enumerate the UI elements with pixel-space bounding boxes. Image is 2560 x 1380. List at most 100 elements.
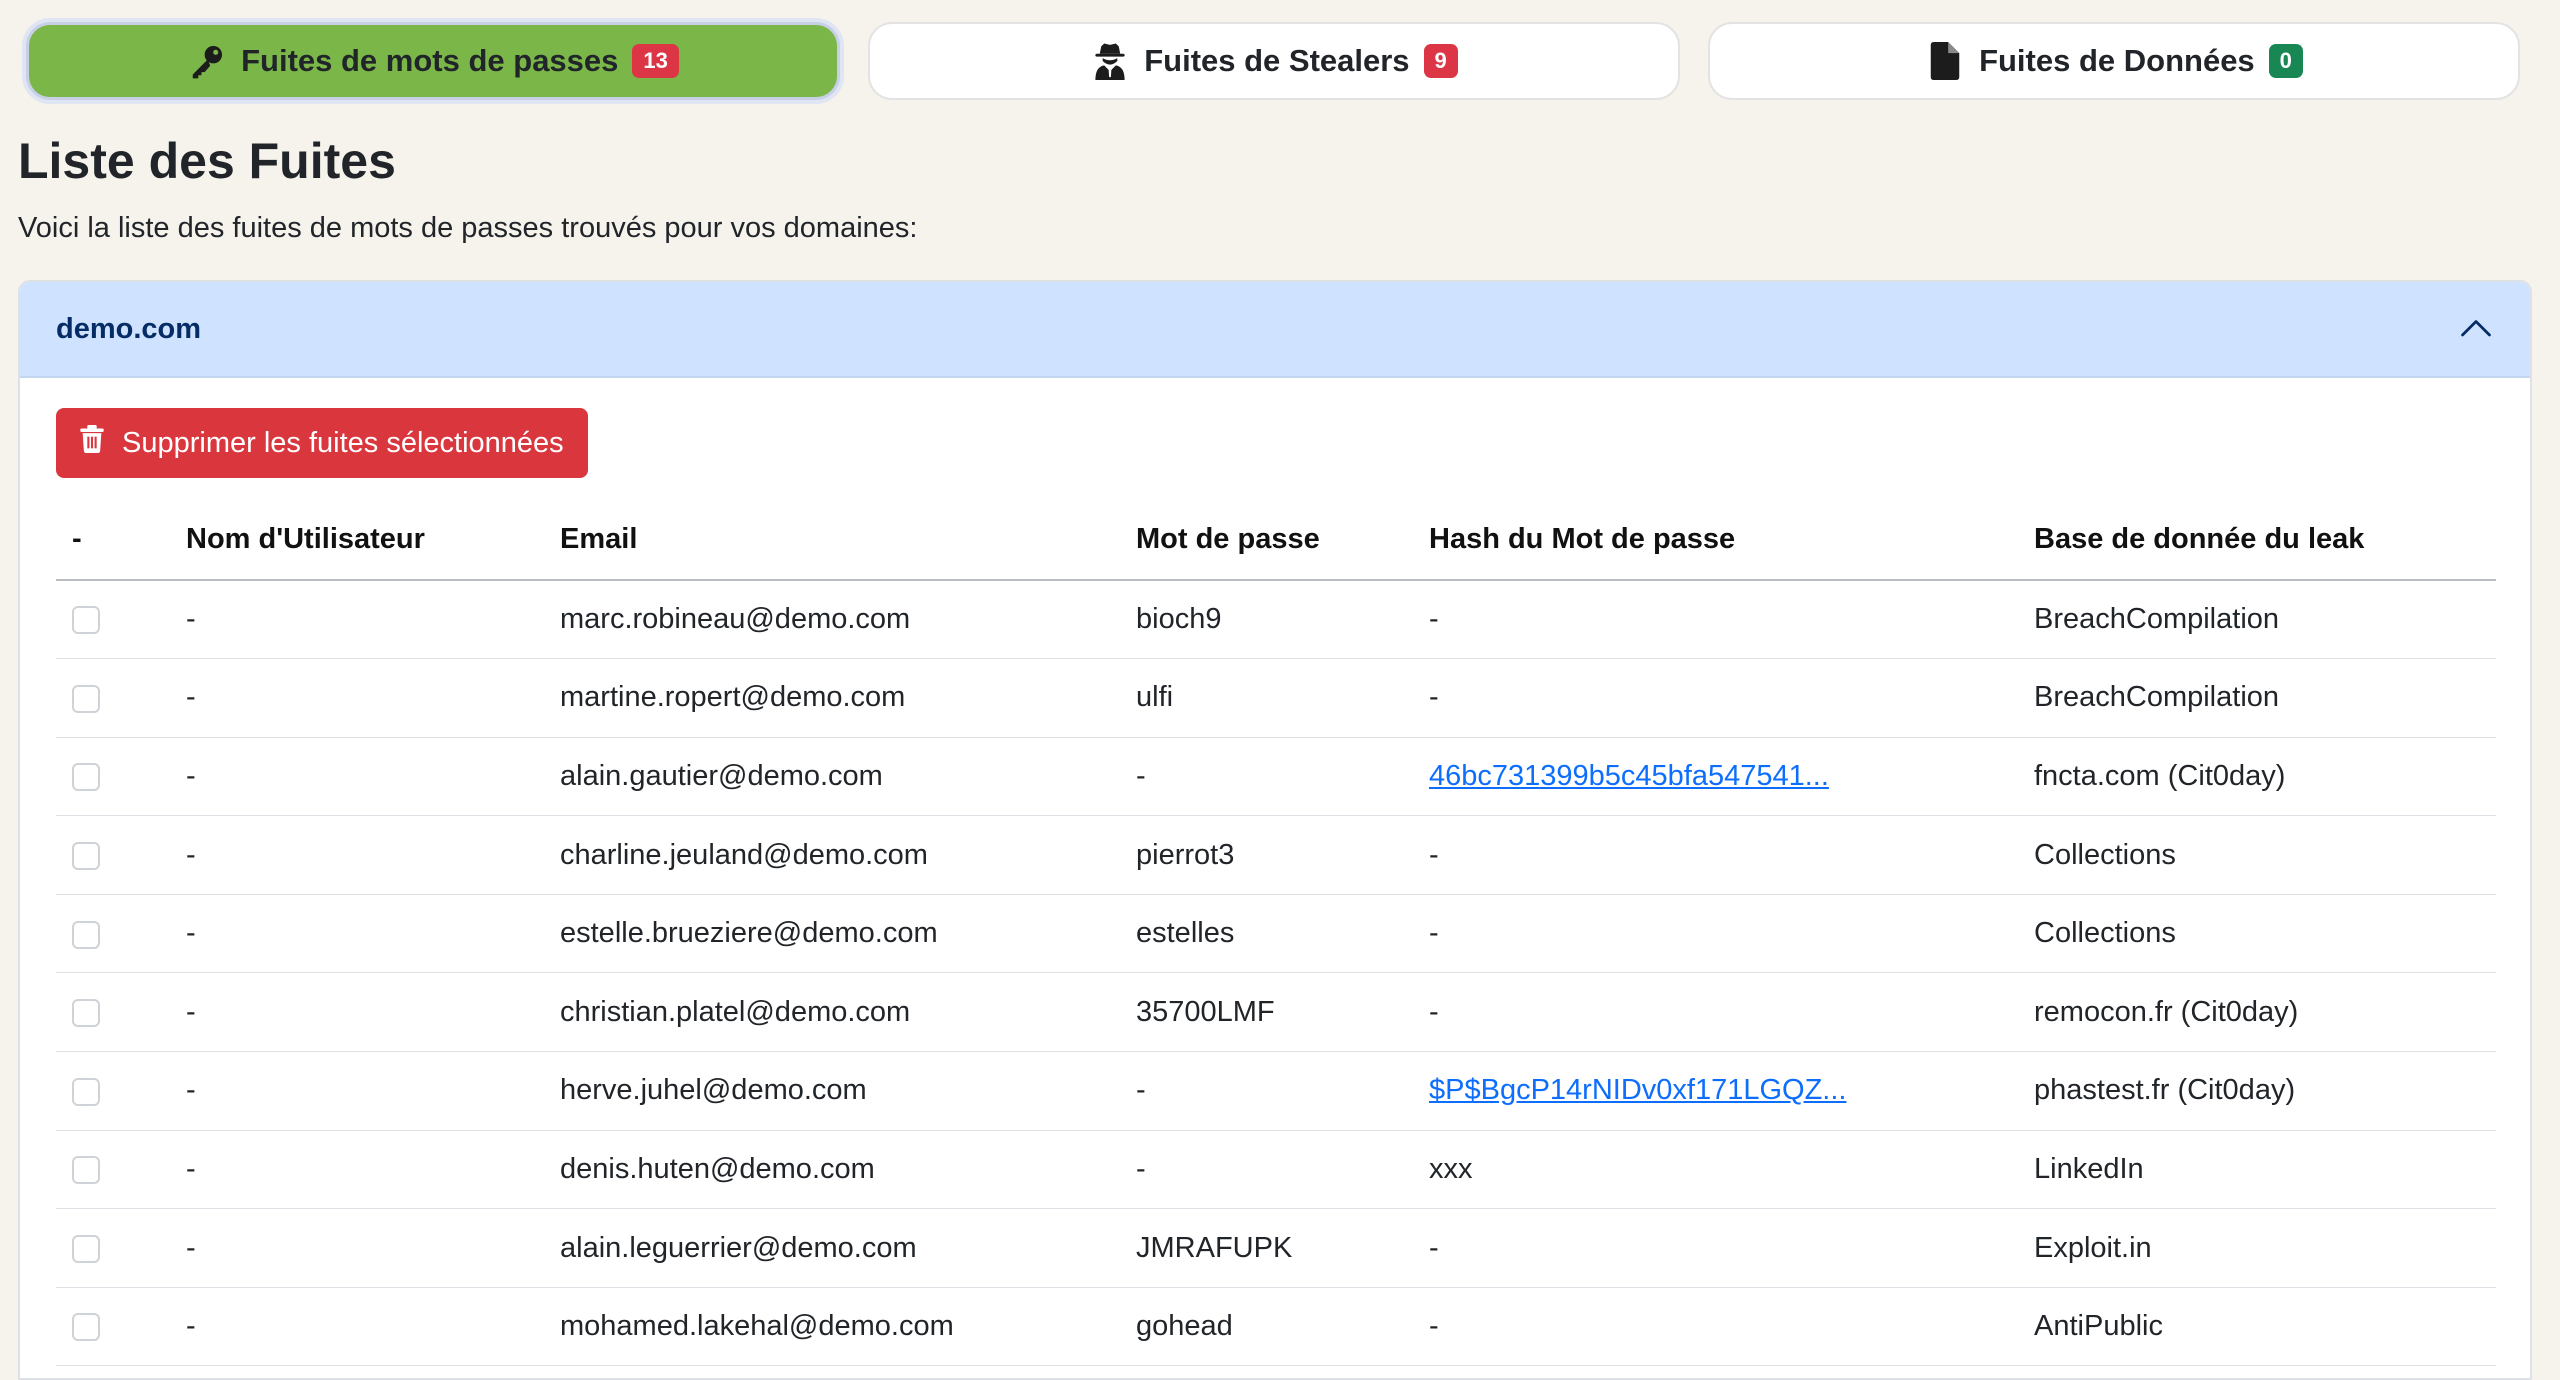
- username-cell: -: [170, 737, 544, 817]
- tab-data-leaks[interactable]: Fuites de Données 0: [1708, 22, 2520, 100]
- email-cell: alain.gautier@demo.com: [544, 737, 1120, 817]
- leak-source-cell: BreachCompilation: [2018, 580, 2496, 660]
- row-checkbox[interactable]: [72, 1156, 100, 1185]
- email-cell: martine.ropert@demo.com: [544, 658, 1120, 738]
- row-checkbox[interactable]: [72, 999, 100, 1028]
- select-cell: [56, 580, 170, 660]
- header-select: -: [56, 500, 170, 581]
- hash-cell: 46bc731399b5c45bfa547541...: [1413, 737, 2018, 817]
- trash-icon: [80, 425, 104, 461]
- password-cell: ulfi: [1120, 658, 1413, 738]
- table-row: - alain.gautier@demo.com -46bc731399b5c45b…: [56, 737, 2496, 817]
- row-checkbox[interactable]: [72, 1234, 100, 1263]
- email-cell: christian.platel@demo.com: [544, 972, 1120, 1053]
- hash-cell: xxx: [1413, 1130, 2018, 1210]
- hash-cell: -: [1413, 658, 2018, 738]
- header-leak-source: Base de donnée du leak: [2018, 500, 2496, 581]
- tab-password-leaks[interactable]: Fuites de mots de passes 13: [26, 22, 840, 100]
- table-row: - herve.juhel@demo.com - $P$BgcP14rNIDv0xf1…: [56, 1051, 2496, 1131]
- leak-type-tabs: Fuites de mots de passes 13 Fuites de St…: [26, 22, 2520, 102]
- row-checkbox[interactable]: [72, 606, 100, 635]
- domain-accordion-header[interactable]: demo.com: [20, 282, 2530, 378]
- hash-cell: $P$BgcP14rNIDv0xf171LGQZ...: [1413, 1051, 2018, 1131]
- leak-source-cell: phastest.fr (Cit0day): [2018, 1051, 2496, 1131]
- password-hash-link[interactable]: 46bc731399b5c45bfa547541...: [1429, 760, 1829, 792]
- select-cell: [56, 894, 170, 974]
- password-cell: -: [1120, 1051, 1413, 1131]
- tab-label: Fuites de Données: [1979, 43, 2255, 78]
- password-cell: pierrot3: [1120, 815, 1413, 895]
- row-checkbox[interactable]: [72, 920, 100, 949]
- user-secret-icon: [1090, 41, 1130, 81]
- username-cell: -: [170, 815, 544, 895]
- row-checkbox[interactable]: [72, 841, 100, 870]
- select-cell: [56, 815, 170, 895]
- hash-cell: -: [1413, 815, 2018, 895]
- password-cell: 35700LMF: [1120, 972, 1413, 1053]
- email-cell: denis.huten@demo.com: [544, 1130, 1120, 1210]
- hash-cell: -: [1413, 894, 2018, 974]
- username-cell: -: [170, 894, 544, 974]
- username-cell: -: [170, 972, 544, 1053]
- password-hash: -: [1429, 1231, 1439, 1264]
- hash-cell: -: [1413, 580, 2018, 660]
- leak-source-cell: LinkedIn: [2018, 1130, 2496, 1210]
- file-icon: [1925, 41, 1965, 81]
- delete-selected-label: Supprimer les fuites sélectionnées: [122, 426, 564, 459]
- table-row: - martine.ropert@demo.com ulfi - BreachCompi…: [56, 658, 2496, 738]
- password-hash: -: [1429, 838, 1439, 871]
- count-badge: 0: [2268, 44, 2303, 78]
- count-badge: 9: [1423, 44, 1458, 78]
- select-cell: [56, 1287, 170, 1367]
- password-hash-link[interactable]: $P$BgcP14rNIDv0xf171LGQZ...: [1429, 1074, 1846, 1106]
- password-hash: -: [1429, 1310, 1439, 1343]
- table-row: - christian.platel@demo.com 35700LMF - remoc…: [56, 972, 2496, 1053]
- select-cell: [56, 658, 170, 738]
- leak-source-cell: Exploit.in: [2018, 1208, 2496, 1288]
- header-username: Nom d'Utilisateur: [170, 500, 544, 581]
- row-checkbox[interactable]: [72, 1077, 100, 1106]
- leak-source-cell: remocon.fr (Cit0day): [2018, 972, 2496, 1053]
- leak-source-cell: Collections: [2018, 894, 2496, 974]
- password-cell: -: [1120, 737, 1413, 817]
- select-cell: [56, 972, 170, 1053]
- select-cell: [56, 1051, 170, 1131]
- email-cell: mohamed.lakehal@demo.com: [544, 1287, 1120, 1367]
- row-checkbox[interactable]: [72, 684, 100, 713]
- domain-name: demo.com: [56, 312, 202, 345]
- username-cell: -: [170, 658, 544, 738]
- key-icon: [187, 41, 227, 81]
- password-hash: -: [1429, 995, 1439, 1028]
- select-cell: [56, 1208, 170, 1288]
- row-checkbox[interactable]: [72, 1313, 100, 1342]
- tab-label: Fuites de Stealers: [1144, 43, 1410, 78]
- leak-source-cell: Collections: [2018, 815, 2496, 895]
- email-cell: charline.jeuland@demo.com: [544, 815, 1120, 895]
- email-cell: alain.leguerrier@demo.com: [544, 1208, 1120, 1288]
- password-hash: xxx: [1429, 1152, 1473, 1185]
- table-row: - alain.leguerrier@demo.com JMRAFUPK - Explo…: [56, 1208, 2496, 1288]
- select-cell: [56, 737, 170, 817]
- table-row: - denis.huten@demo.com - xxx LinkedIn: [56, 1130, 2496, 1210]
- password-hash: -: [1429, 603, 1439, 636]
- password-cell: gohead: [1120, 1287, 1413, 1367]
- chevron-up-icon[interactable]: [2458, 311, 2494, 347]
- password-cell: estelles: [1120, 894, 1413, 974]
- username-cell: -: [170, 1208, 544, 1288]
- email-cell: herve.juhel@demo.com: [544, 1051, 1120, 1131]
- hash-cell: -: [1413, 1287, 2018, 1367]
- password-hash: -: [1429, 681, 1439, 714]
- username-cell: -: [170, 1051, 544, 1131]
- delete-selected-button[interactable]: Supprimer les fuites sélectionnées: [56, 408, 588, 478]
- count-badge: 13: [632, 44, 679, 78]
- row-checkbox[interactable]: [72, 763, 100, 792]
- table-row: - mohamed.lakehal@demo.com gohead - AntiPubl…: [56, 1287, 2496, 1367]
- hash-cell: -: [1413, 972, 2018, 1053]
- tab-stealer-leaks[interactable]: Fuites de Stealers 9: [868, 22, 1680, 100]
- page-intro: Voici la liste des fuites de mots de pas…: [18, 212, 918, 244]
- table-row: - estelle.brueziere@demo.com estelles - Coll…: [56, 894, 2496, 974]
- password-cell: JMRAFUPK: [1120, 1208, 1413, 1288]
- domain-accordion: demo.com Supprimer les fuites sélectionn…: [18, 280, 2532, 1380]
- page-title: Liste des Fuites: [18, 133, 396, 189]
- table-row: - marc.robineau@demo.com bioch9- BreachComp…: [56, 580, 2496, 660]
